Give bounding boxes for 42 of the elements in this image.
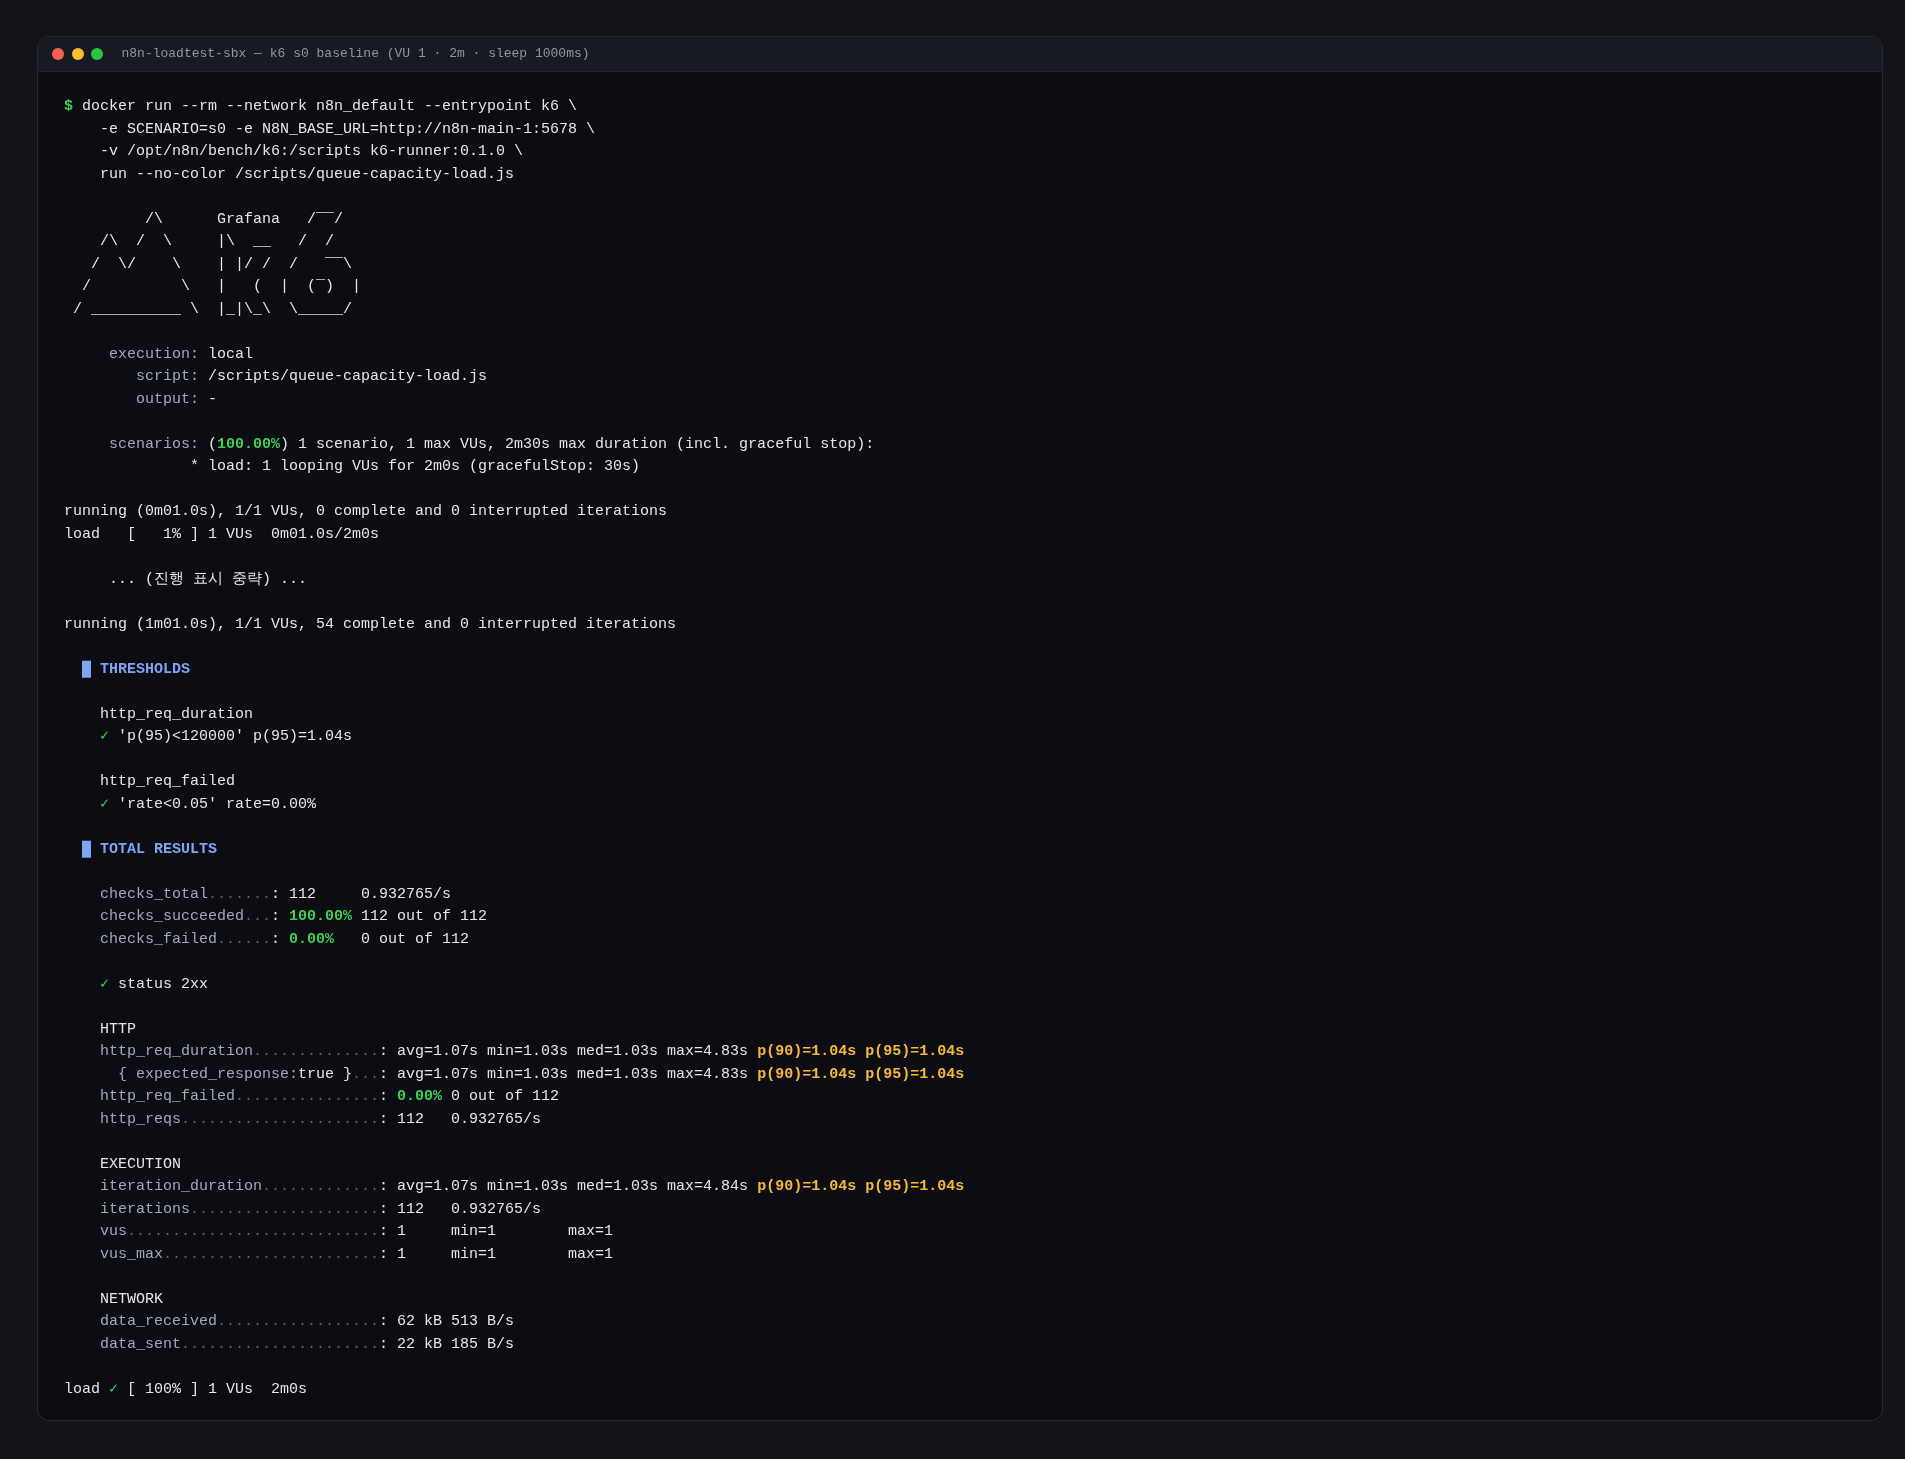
metric-line: vus_max........................: 1 min=1 max=1 [100, 1244, 614, 1265]
check-line: ✓ status 2xx [100, 974, 209, 995]
terminal-line: http_req_duration [100, 704, 254, 725]
metric-line: checks_failed......: 0.00% 0 out of 112 [100, 929, 470, 950]
window-maximize-icon[interactable] [91, 48, 103, 60]
window-close-icon[interactable] [52, 48, 64, 60]
terminal-line: run --no-color /scripts/queue-capacity-load.js [100, 164, 515, 185]
window-title: n8n-loadtest-sbx — k6 s0 baseline (VU 1 · 2m · sleep 1000ms) [121, 45, 590, 64]
terminal-line: execution: local [109, 344, 254, 365]
terminal-line: -e SCENARIO=s0 -e N8N_BASE_URL=http://n8n-main-1:5678 \ [100, 119, 596, 140]
metric-line: checks_total.......: 112 0.932765/s [100, 884, 452, 905]
metric-line: http_req_duration..............: avg=1.07s min=1.03s med=1.03s max=4.83s p(90)=1.04s p(95)=1.04s [100, 1042, 965, 1062]
terminal-line: -v /opt/n8n/bench/k6:/scripts k6-runner:0.1.0 \ [100, 142, 524, 162]
terminal-line: load [ 1% ] 1 VUs 0m01.0s/2m0s [64, 524, 380, 545]
terminal-line: HTTP [100, 1019, 136, 1040]
terminal-line: ... (진행 표시 중략) ... [109, 569, 308, 590]
terminal-line: EXECUTION [100, 1154, 181, 1175]
ascii-art-logo: /\ Grafana /‾‾/ /\ / \ |\ __ / / / \/ \ | |/ / / ‾‾\ / \ | ( | (‾) | / __________ \ |_|\_\ \_____/ [73, 209, 362, 320]
terminal-line: * load: 1 looping VUs for 2m0s (gracefulStop: 30s) [190, 457, 641, 477]
check-line: load ✓ [ 100% ] 1 VUs 2m0s [64, 1379, 308, 1400]
terminal-line: NETWORK [100, 1289, 163, 1310]
terminal-line: scenarios: (100.00%) 1 scenario, 1 max VUs, 2m30s max duration (incl. graceful stop): [109, 434, 875, 455]
terminal-line: http_req_failed [100, 772, 236, 792]
terminal-line: running (1m01.0s), 1/1 VUs, 54 complete and 0 interrupted iterations [64, 614, 677, 635]
metric-line: iteration_duration.............: avg=1.07s min=1.03s med=1.03s max=4.84s p(90)=1.04s p(95)=1.04s [100, 1177, 965, 1197]
metric-line: data_sent......................: 22 kB 185 B/s [100, 1334, 515, 1355]
check-line: ✓ 'p(95)<120000' p(95)=1.04s [100, 727, 353, 747]
terminal-line: running (0m01.0s), 1/1 VUs, 0 complete and 0 interrupted iterations [64, 502, 668, 522]
metric-line: { expected_response:true }...: avg=1.07s min=1.03s med=1.03s max=4.83s p(90)=1.04s p(95)=1.04s [118, 1064, 965, 1085]
terminal-line: script: /scripts/queue-capacity-load.js [136, 367, 488, 387]
window-minimize-icon[interactable] [71, 48, 84, 60]
terminal-line: output: - [136, 389, 218, 410]
command-line: $ docker run --rm --network n8n_default --entrypoint k6 \ [64, 97, 578, 117]
section-heading: █ THRESHOLDS [82, 659, 191, 680]
metric-line: data_received..................: 62 kB 513 B/s [100, 1312, 515, 1332]
metric-line: http_reqs......................: 112 0.932765/s [100, 1109, 542, 1130]
metric-line: http_req_failed................: 0.00% 0 out of 112 [100, 1087, 560, 1107]
metric-line: vus............................: 1 min=1 max=1 [100, 1222, 614, 1242]
metric-line: iterations.....................: 112 0.932765/s [100, 1199, 542, 1220]
section-heading: █ TOTAL RESULTS [82, 839, 218, 860]
check-line: ✓ 'rate<0.05' rate=0.00% [100, 794, 317, 815]
metric-line: checks_succeeded...: 100.00% 112 out of 112 [100, 907, 488, 927]
